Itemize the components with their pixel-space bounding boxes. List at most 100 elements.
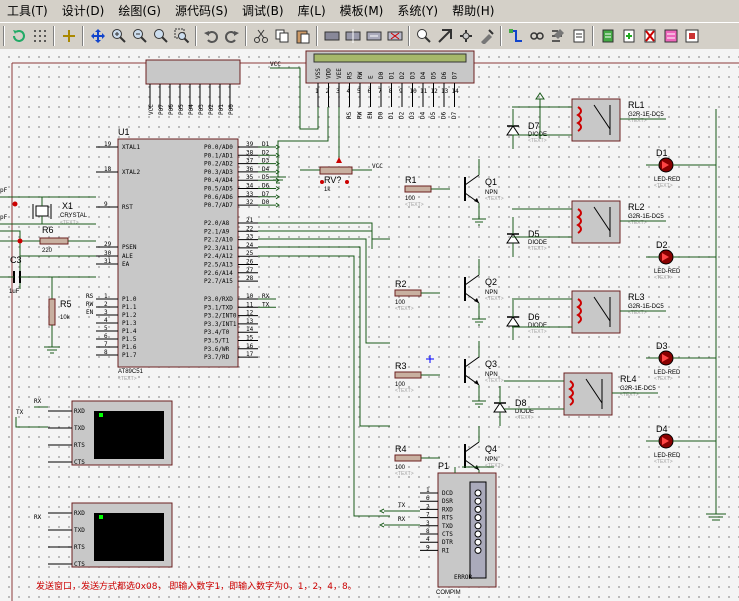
pan-button[interactable] (88, 27, 107, 46)
cap-label: pF (0, 214, 8, 221)
diode-ref: D7 (528, 121, 540, 131)
mcu-pin-label: P2.0/A8 (204, 220, 230, 227)
ground-symbol (472, 318, 486, 326)
block-copy-button[interactable] (322, 27, 341, 46)
zoom-out-button[interactable] (130, 27, 149, 46)
cut-button[interactable] (251, 27, 270, 46)
package-button[interactable] (456, 27, 475, 46)
compim-pin-label: RXD (442, 506, 453, 513)
ares-button[interactable] (682, 27, 701, 46)
header-pin-label: P06 (168, 104, 175, 115)
block-move-button[interactable] (343, 27, 362, 46)
mcu-pin-number: 24 (246, 242, 254, 249)
probe-dot (12, 201, 18, 207)
diode-symbol (506, 233, 520, 244)
toolbar-separator (500, 26, 502, 46)
compim-pin-number: 4 (426, 536, 430, 543)
mcu-pin-label: P3.3/INT1 (204, 321, 237, 328)
menu-item-6[interactable]: 模板(M) (333, 1, 391, 21)
lcd-pin-number: 9 (399, 88, 403, 95)
ground-symbol (706, 513, 726, 521)
db9-pin (474, 497, 482, 505)
terminal-pin-label: CTS (74, 561, 85, 568)
property-tool-button[interactable] (548, 27, 567, 46)
mcu-pin-number: 23 (246, 234, 254, 241)
pick-device-button[interactable] (414, 27, 433, 46)
mcu-pin-label: PSEN (122, 244, 137, 251)
terminal-pin-label: RTS (74, 442, 85, 449)
wire-autoroute-button[interactable] (506, 27, 525, 46)
terminal-cursor (99, 515, 103, 519)
undo-button[interactable] (201, 27, 220, 46)
crystal-value: CRYSTAL (60, 213, 88, 219)
delete-sheet-button[interactable] (640, 27, 659, 46)
mcu-pin-label: P1.3 (122, 320, 137, 327)
netlist-button[interactable] (661, 27, 680, 46)
copy-button[interactable] (272, 27, 291, 46)
relay-ref: RL1 (628, 100, 645, 110)
mcu-pin-label: P2.5/A13 (204, 262, 233, 269)
diode-symbol (506, 125, 520, 136)
lcd-pin-number: 5 (357, 88, 361, 95)
r6-ref: R6 (42, 225, 54, 235)
transistor-ref: Q2 (485, 277, 497, 287)
menu-item-5[interactable]: 库(L) (291, 1, 333, 21)
mcu-pin-label: P1.2 (122, 312, 137, 319)
decompose-button[interactable] (477, 27, 496, 46)
terminal-screen (94, 411, 164, 459)
mcu-pin-label: P1.1 (122, 304, 137, 311)
toolbar-separator (3, 26, 5, 46)
wire (258, 255, 390, 517)
redo-button[interactable] (222, 27, 241, 46)
toolbar-separator (195, 26, 197, 46)
grid-button[interactable] (30, 27, 49, 46)
block-rotate-button[interactable] (364, 27, 383, 46)
paste-button[interactable] (293, 27, 312, 46)
toolbar (0, 22, 739, 50)
r5-value: 10k (60, 315, 71, 321)
lcd-net-label: RW (357, 111, 364, 119)
schematic-canvas[interactable]: VCC P07 P06 P05 P04 P03 P02 P01 P00 VSS 1 VDD 2 VEE 3 R… (0, 49, 739, 601)
make-device-button[interactable] (435, 27, 454, 46)
menu-item-8[interactable]: 帮助(H) (445, 1, 501, 21)
mcu-pin-label: P3.0/RXD (204, 296, 233, 303)
cursor-crosshair (426, 355, 434, 363)
lcd-pin-label: D3 (410, 71, 417, 79)
compim-pin-label: CTS (442, 531, 453, 538)
crystal-symbol (35, 205, 49, 217)
block-move-icon (345, 29, 360, 43)
search-button[interactable] (527, 27, 546, 46)
copy-icon (275, 29, 288, 43)
origin-button[interactable] (59, 27, 78, 46)
bom-button[interactable] (598, 27, 617, 46)
zoom-all-button[interactable] (151, 27, 170, 46)
relay-body (563, 372, 613, 416)
diode-ref: D6 (528, 312, 540, 322)
menu-item-2[interactable]: 绘图(G) (111, 1, 168, 21)
block-delete-button[interactable] (385, 27, 404, 46)
c3-value: 1uF (9, 289, 20, 295)
menu-item-1[interactable]: 设计(D) (55, 1, 112, 21)
menu-item-3[interactable]: 源代码(S) (168, 1, 235, 21)
zoom-area-button[interactable] (172, 27, 191, 46)
menu-item-0[interactable]: 工具(T) (0, 1, 55, 21)
menu-item-7[interactable]: 系统(Y) (390, 1, 445, 21)
terminal-pin-label: RXD (74, 510, 85, 517)
mcu-pin-label: P0.6/AD6 (204, 194, 233, 201)
design-explorer-button[interactable] (569, 27, 588, 46)
header-pin-label: P02 (208, 104, 215, 115)
search-icon (529, 32, 544, 40)
compim-net-label: TX (398, 502, 406, 509)
menu-item-4[interactable]: 调试(B) (235, 1, 291, 21)
refresh-button[interactable] (9, 27, 28, 46)
mcu-pin-number: 12 (246, 310, 254, 317)
new-sheet-button[interactable] (619, 27, 638, 46)
zoom-in-button[interactable] (109, 27, 128, 46)
header-pin-label: P00 (228, 104, 235, 115)
mcu-pin-number: 4 (104, 317, 108, 324)
db9-pin (474, 546, 482, 554)
mcu-pin-number: 35 (246, 174, 254, 181)
rv-ref: RV? (324, 175, 341, 185)
terminal-pin-label: TXD (74, 527, 85, 534)
compim-pin-label: DCD (442, 490, 453, 497)
